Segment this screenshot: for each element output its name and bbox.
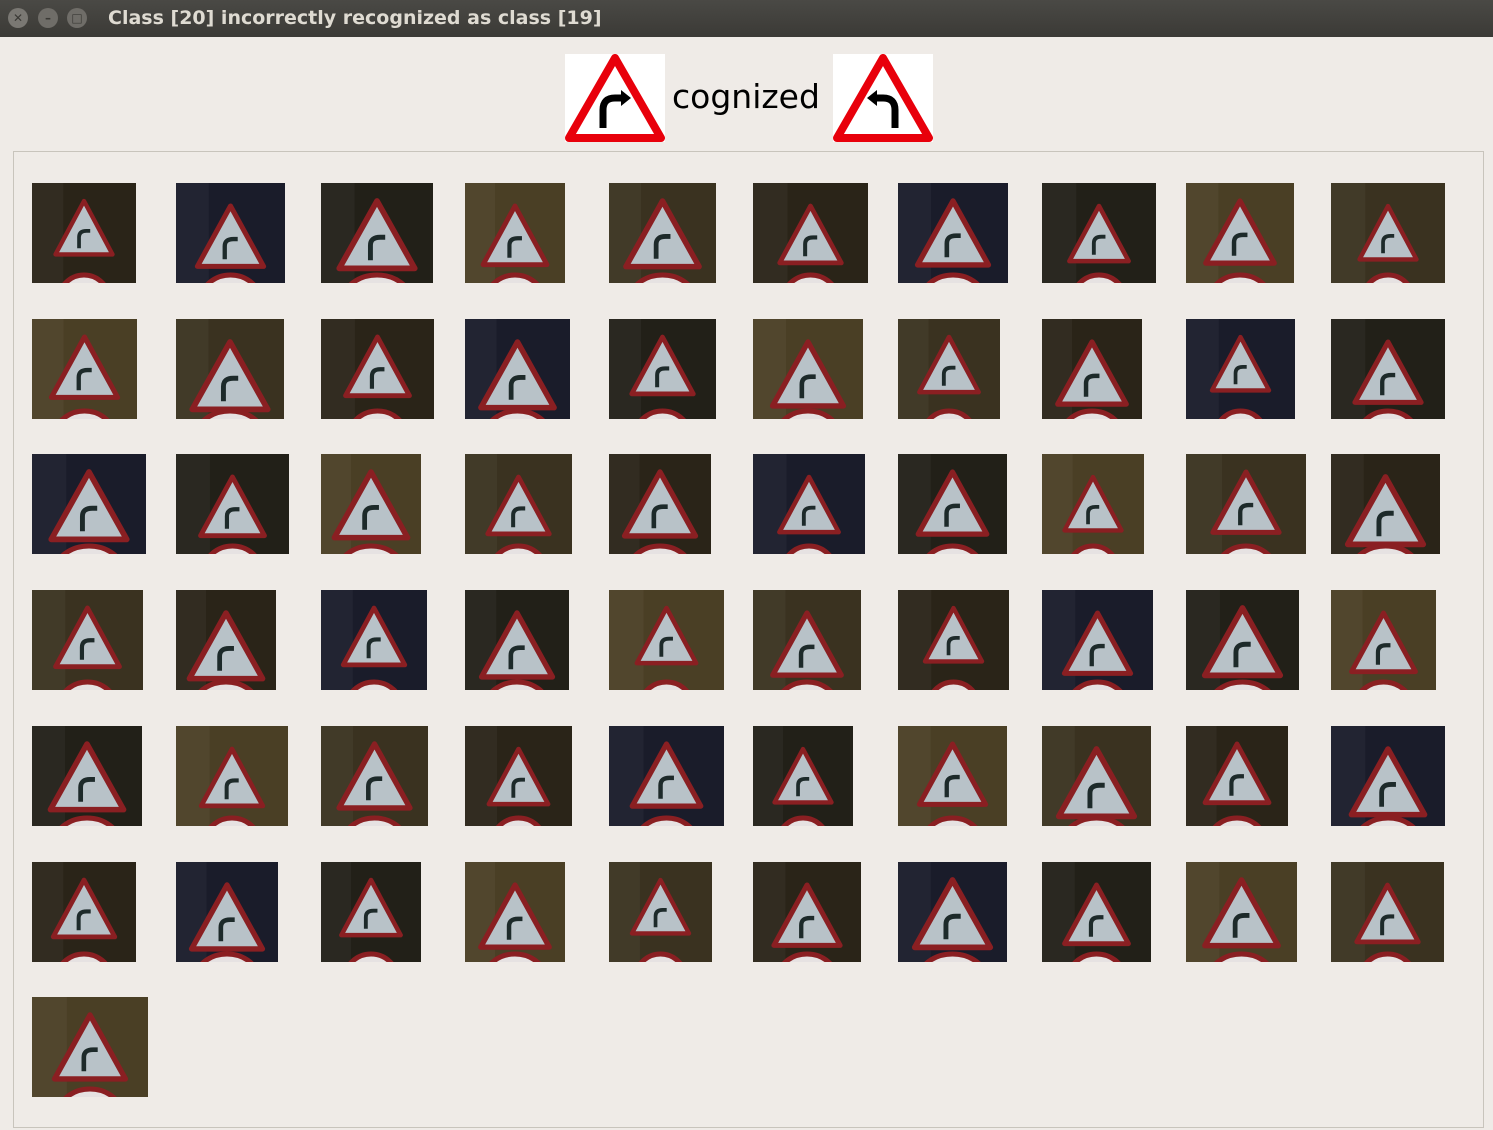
sign-thumbnail — [176, 454, 289, 554]
sign-thumbnail — [753, 726, 853, 826]
sign-thumbnail — [898, 862, 1007, 962]
sign-thumbnail — [898, 454, 1007, 554]
sign-thumbnail — [321, 590, 427, 690]
sign-thumbnail — [898, 726, 1007, 826]
curve-left-sign-icon — [833, 54, 933, 142]
sign-thumbnail — [1042, 590, 1153, 690]
sign-thumbnail — [176, 319, 284, 419]
sign-thumbnail — [1331, 590, 1436, 690]
sign-thumbnail — [32, 590, 143, 690]
sign-thumbnail — [1331, 319, 1445, 419]
sign-thumbnail — [609, 862, 712, 962]
sign-thumbnail — [1042, 726, 1151, 826]
header-label: cognized — [672, 77, 820, 116]
sign-thumbnail — [753, 590, 861, 690]
sign-thumbnail — [609, 319, 716, 419]
sign-thumbnail — [176, 726, 288, 826]
sign-thumbnail — [1042, 454, 1144, 554]
sign-thumbnail — [1186, 590, 1299, 690]
sign-thumbnail — [1186, 319, 1295, 419]
sign-thumbnail — [1186, 862, 1297, 962]
misclassified-images-panel — [13, 151, 1484, 1128]
sign-thumbnail — [1331, 454, 1440, 554]
sign-thumbnail — [1331, 862, 1444, 962]
sign-thumbnail — [609, 726, 724, 826]
sign-thumbnail — [321, 319, 434, 419]
sign-thumbnail — [898, 590, 1009, 690]
sign-thumbnail — [465, 183, 565, 283]
sign-thumbnail — [465, 590, 569, 690]
minimize-window-button[interactable]: – — [38, 8, 58, 28]
sign-thumbnail — [609, 590, 724, 690]
sign-thumbnail — [32, 862, 136, 962]
sign-thumbnail — [1186, 726, 1288, 826]
sign-thumbnail — [32, 319, 137, 419]
title-bar: ✕ – □ Class [20] incorrectly recognized … — [0, 0, 1493, 37]
sign-thumbnail — [898, 183, 1008, 283]
sign-thumbnail — [32, 997, 148, 1097]
sign-thumbnail — [32, 726, 142, 826]
sign-thumbnail — [321, 454, 421, 554]
sign-thumbnail — [465, 454, 572, 554]
sign-thumbnail — [898, 319, 1000, 419]
sign-thumbnail — [176, 183, 285, 283]
sign-thumbnail — [321, 183, 433, 283]
sign-thumbnail — [32, 454, 146, 554]
curve-right-sign-icon — [565, 54, 665, 142]
sign-thumbnail — [1042, 319, 1142, 419]
sign-thumbnail — [465, 862, 565, 962]
sign-thumbnail — [1042, 862, 1151, 962]
sign-thumbnail — [753, 183, 868, 283]
sign-thumbnail — [321, 862, 421, 962]
sign-thumbnail — [176, 862, 278, 962]
sign-thumbnail — [1331, 183, 1445, 283]
sign-thumbnail — [465, 726, 572, 826]
sign-thumbnail — [609, 454, 711, 554]
maximize-window-button[interactable]: □ — [67, 8, 87, 28]
sign-thumbnail — [1186, 454, 1306, 554]
sign-thumbnail — [609, 183, 716, 283]
sign-thumbnail — [753, 454, 865, 554]
sign-thumbnail — [1331, 726, 1445, 826]
window-title: Class [20] incorrectly recognized as cla… — [108, 7, 602, 29]
comparison-header: cognized — [0, 37, 1493, 150]
sign-thumbnail — [753, 319, 863, 419]
close-window-button[interactable]: ✕ — [8, 8, 28, 28]
sign-thumbnail — [321, 726, 428, 826]
sign-thumbnail — [176, 590, 276, 690]
sign-thumbnail — [1186, 183, 1294, 283]
sign-thumbnail — [32, 183, 136, 283]
sign-thumbnail — [753, 862, 861, 962]
sign-thumbnail — [1042, 183, 1156, 283]
sign-thumbnail — [465, 319, 570, 419]
